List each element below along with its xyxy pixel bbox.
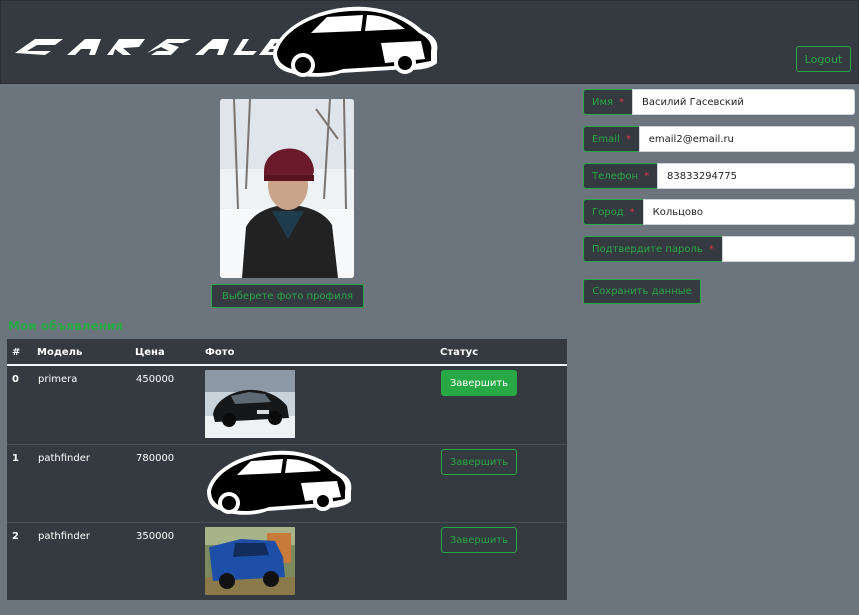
top-navbar: Logout: [0, 0, 859, 84]
password-input[interactable]: [721, 236, 855, 262]
row-model: pathfinder: [38, 453, 90, 464]
logout-button[interactable]: Logout: [796, 46, 851, 72]
table-row: 2 pathfinder 350000 Завершить: [7, 522, 567, 600]
phone-label: Телефон *: [583, 163, 658, 189]
name-label: Имя *: [583, 89, 633, 115]
table-header: # Модель Цена Фото Статус: [7, 339, 567, 366]
required-mark: *: [644, 170, 650, 182]
row-price: 780000: [136, 453, 175, 464]
row-model: pathfinder: [38, 531, 90, 542]
phone-field-group: Телефон * 83833294775: [583, 163, 855, 189]
city-label: Город *: [583, 199, 643, 225]
table-row: 0 primera 450000 Завершить: [7, 366, 567, 444]
phone-input[interactable]: 83833294775: [657, 163, 855, 189]
column-header-price: Цена: [135, 347, 165, 358]
email-label: Email *: [583, 126, 639, 152]
my-ads-heading: Мои объявления: [8, 319, 124, 333]
car-photo[interactable]: [205, 370, 295, 438]
row-index: 1: [12, 453, 19, 464]
email-input[interactable]: email2@email.ru: [638, 126, 855, 152]
car-photo[interactable]: [205, 449, 353, 517]
row-price: 450000: [136, 374, 175, 385]
name-input[interactable]: Василий Гасевский: [632, 89, 855, 115]
finish-ad-button[interactable]: Завершить: [441, 449, 517, 475]
required-mark: *: [708, 243, 714, 255]
finish-ad-button[interactable]: Завершить: [441, 527, 517, 553]
name-field-group: Имя * Василий Гасевский: [583, 89, 855, 115]
save-data-button[interactable]: Сохранить данные: [583, 279, 701, 304]
column-header-photo: Фото: [205, 347, 235, 358]
column-header-status: Статус: [440, 347, 479, 358]
password-label: Подтвердите пароль *: [583, 236, 722, 262]
row-index: 0: [12, 374, 19, 385]
city-input[interactable]: Кольцово: [642, 199, 855, 225]
car-photo[interactable]: [205, 527, 295, 595]
column-header-model: Модель: [37, 347, 83, 358]
required-mark: *: [625, 133, 631, 145]
row-index: 2: [12, 531, 19, 542]
profile-photo: [220, 99, 354, 278]
city-field-group: Город * Кольцово: [583, 199, 855, 225]
required-mark: *: [619, 96, 625, 108]
required-mark: *: [629, 206, 635, 218]
choose-profile-photo-button[interactable]: Выберете фото профиля: [211, 284, 364, 308]
email-field-group: Email * email2@email.ru: [583, 126, 855, 152]
row-model: primera: [38, 374, 78, 385]
finish-ad-button[interactable]: Завершить: [441, 370, 517, 396]
carsale-logo[interactable]: [11, 5, 441, 81]
table-row: 1 pathfinder 780000 Завершить: [7, 444, 567, 522]
ads-table: # Модель Цена Фото Статус 0 primera 4500…: [7, 339, 567, 600]
row-price: 350000: [136, 531, 175, 542]
column-header-index: #: [12, 347, 21, 358]
password-field-group: Подтвердите пароль *: [583, 236, 855, 262]
